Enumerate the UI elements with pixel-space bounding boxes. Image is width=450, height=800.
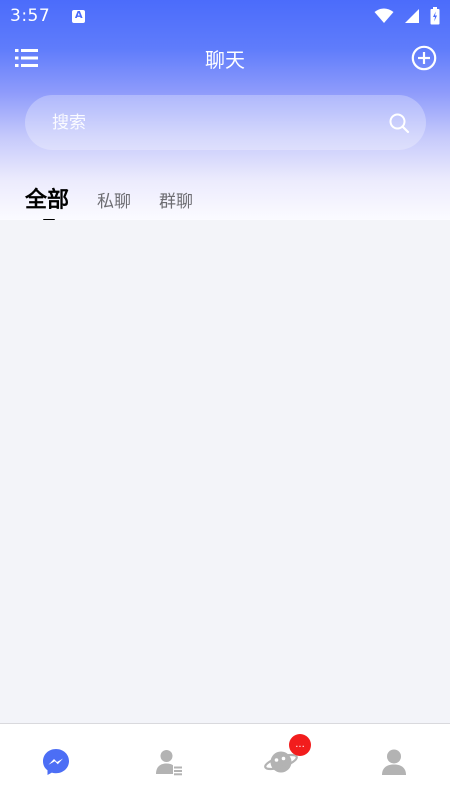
profile-icon [381, 749, 406, 775]
battery-icon [430, 7, 440, 25]
tab-group-chat-label: 群聊 [159, 192, 194, 212]
notification-app-letter: A [74, 10, 83, 21]
search-icon[interactable] [388, 112, 410, 134]
tab-group-chat[interactable]: 群聊 [159, 187, 193, 214]
contacts-icon [155, 750, 182, 776]
bottom-navigation: ... [0, 723, 450, 800]
tab-private-chat[interactable]: 私聊 [97, 187, 131, 214]
nav-item-discover[interactable]: ... [225, 724, 338, 800]
nav-item-contacts[interactable] [113, 724, 226, 800]
plus-circle-icon [411, 45, 437, 71]
search-input[interactable] [52, 112, 388, 133]
status-bar: 3:57 A [0, 0, 450, 32]
chat-list-area [0, 220, 450, 723]
status-right-icons [374, 7, 440, 25]
tab-all[interactable]: 全部 [25, 182, 70, 222]
signal-icon [405, 9, 419, 23]
chat-filter-tabs: 全部 私聊 群聊 [25, 170, 193, 222]
page-title: 聊天 [205, 47, 245, 72]
list-menu-icon [15, 49, 38, 67]
search-bar[interactable] [25, 95, 426, 150]
messenger-icon [43, 749, 70, 775]
notification-badge: ... [289, 734, 311, 756]
app-header: 聊天 [0, 36, 450, 80]
notification-app-icon: A [72, 9, 86, 23]
menu-button[interactable] [14, 46, 40, 70]
tab-private-chat-label: 私聊 [97, 192, 132, 212]
nav-item-chat[interactable] [0, 724, 113, 800]
add-button[interactable] [411, 45, 437, 71]
wifi-icon [374, 8, 394, 23]
status-time: 3:57 [10, 6, 51, 26]
nav-item-profile[interactable] [338, 724, 450, 800]
tab-all-label: 全部 [25, 188, 70, 213]
